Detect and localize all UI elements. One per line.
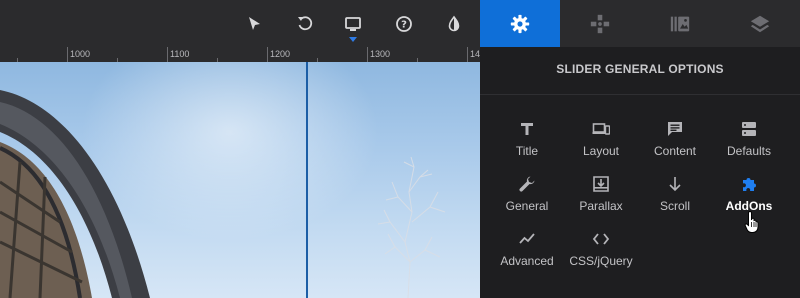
- layers-puzzle-icon: [590, 14, 610, 33]
- defaults-icon: [742, 122, 756, 136]
- option-defaults[interactable]: Defaults: [712, 120, 786, 166]
- advanced-chart-icon: [519, 233, 535, 244]
- code-icon: [592, 233, 610, 245]
- scroll-arrow-icon: [669, 177, 681, 192]
- ruler-label: 14: [470, 49, 480, 59]
- select-tool-button[interactable]: [232, 0, 276, 47]
- hand-pointer-icon: [744, 210, 759, 233]
- option-parallax[interactable]: Parallax: [564, 175, 638, 221]
- option-advanced[interactable]: Advanced: [490, 230, 564, 276]
- layers-icon: [750, 15, 770, 32]
- settings-tab-bar: [480, 0, 800, 47]
- slide-canvas[interactable]: [0, 62, 480, 298]
- option-label: Parallax: [579, 199, 623, 213]
- option-label: Layout: [582, 144, 620, 158]
- option-label: General: [505, 199, 549, 213]
- help-button[interactable]: ?: [382, 0, 426, 47]
- option-css-jquery[interactable]: CSS/jQuery: [564, 230, 638, 276]
- title-icon: [521, 123, 533, 135]
- option-label: Defaults: [726, 144, 772, 158]
- divider: [480, 94, 800, 95]
- tab-slider-settings[interactable]: [480, 0, 560, 47]
- desktop-view-button[interactable]: [331, 0, 375, 47]
- tab-layers[interactable]: [720, 0, 800, 47]
- editor-toolbar: ?: [0, 0, 480, 47]
- vertical-guide-line[interactable]: [306, 62, 308, 298]
- option-label: CSS/jQuery: [569, 254, 633, 268]
- desktop-view-icon: [345, 16, 361, 31]
- option-label: Scroll: [659, 199, 690, 213]
- content-icon: [668, 122, 682, 136]
- tab-navigation[interactable]: [560, 0, 640, 47]
- option-general[interactable]: General: [490, 175, 564, 221]
- media-library-icon: [670, 16, 690, 31]
- ruler-label: 1300: [370, 49, 391, 59]
- undo-icon: [298, 15, 313, 30]
- parallax-icon: [593, 176, 609, 192]
- ruler-label: 1100: [170, 49, 190, 59]
- puzzle-icon: [743, 178, 756, 191]
- option-layout[interactable]: Layout: [564, 120, 638, 166]
- option-label: Title: [515, 144, 539, 158]
- contrast-icon: [448, 15, 460, 31]
- horizontal-ruler: 1000 1100 1200 1300 14: [0, 47, 480, 62]
- layout-icon: [592, 123, 610, 135]
- option-label: Advanced: [500, 254, 554, 268]
- ruler-label: 1000: [70, 49, 91, 59]
- panel-title: SLIDER GENERAL OPTIONS: [556, 62, 724, 76]
- option-title[interactable]: Title: [490, 120, 564, 166]
- option-label: Content: [653, 144, 697, 158]
- slide-background-image: [0, 90, 446, 298]
- wrench-icon: [519, 176, 535, 192]
- gear-icon: [510, 14, 530, 33]
- slider-options-panel: SLIDER GENERAL OPTIONS Title Layout Cont…: [480, 47, 800, 298]
- tab-media-library[interactable]: [640, 0, 720, 47]
- ruler-label: 1200: [270, 49, 291, 59]
- help-icon: ?: [396, 15, 412, 32]
- option-scroll[interactable]: Scroll: [638, 175, 712, 221]
- contrast-button[interactable]: [432, 0, 476, 47]
- select-pointer-icon: [249, 16, 260, 30]
- svg-text:?: ?: [401, 19, 407, 30]
- option-content[interactable]: Content: [638, 120, 712, 166]
- undo-button[interactable]: [283, 0, 327, 47]
